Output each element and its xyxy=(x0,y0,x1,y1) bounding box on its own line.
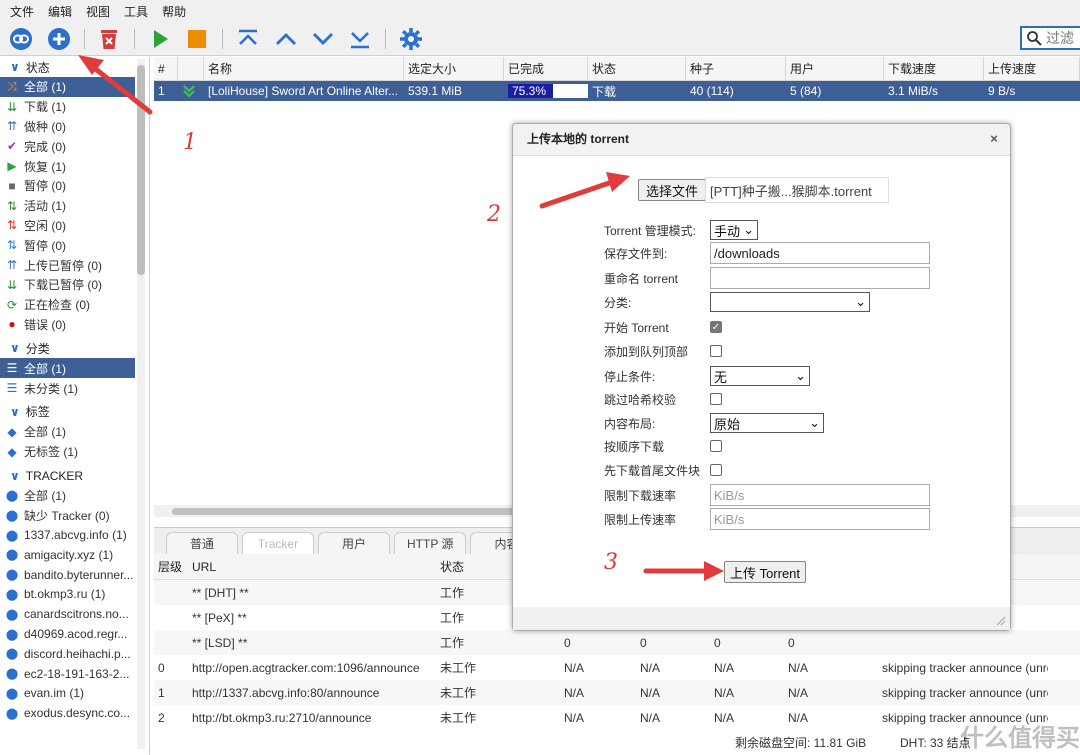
annotation-overlay xyxy=(78,55,724,581)
annotation-number-1: 1 xyxy=(183,130,197,155)
annotation-number-2: 2 xyxy=(487,202,501,227)
arrow-annotation-3 xyxy=(643,561,724,581)
arrow-annotation-1 xyxy=(78,55,153,115)
annotation-number-3: 3 xyxy=(604,550,618,575)
arrow-annotation-2 xyxy=(539,172,630,209)
